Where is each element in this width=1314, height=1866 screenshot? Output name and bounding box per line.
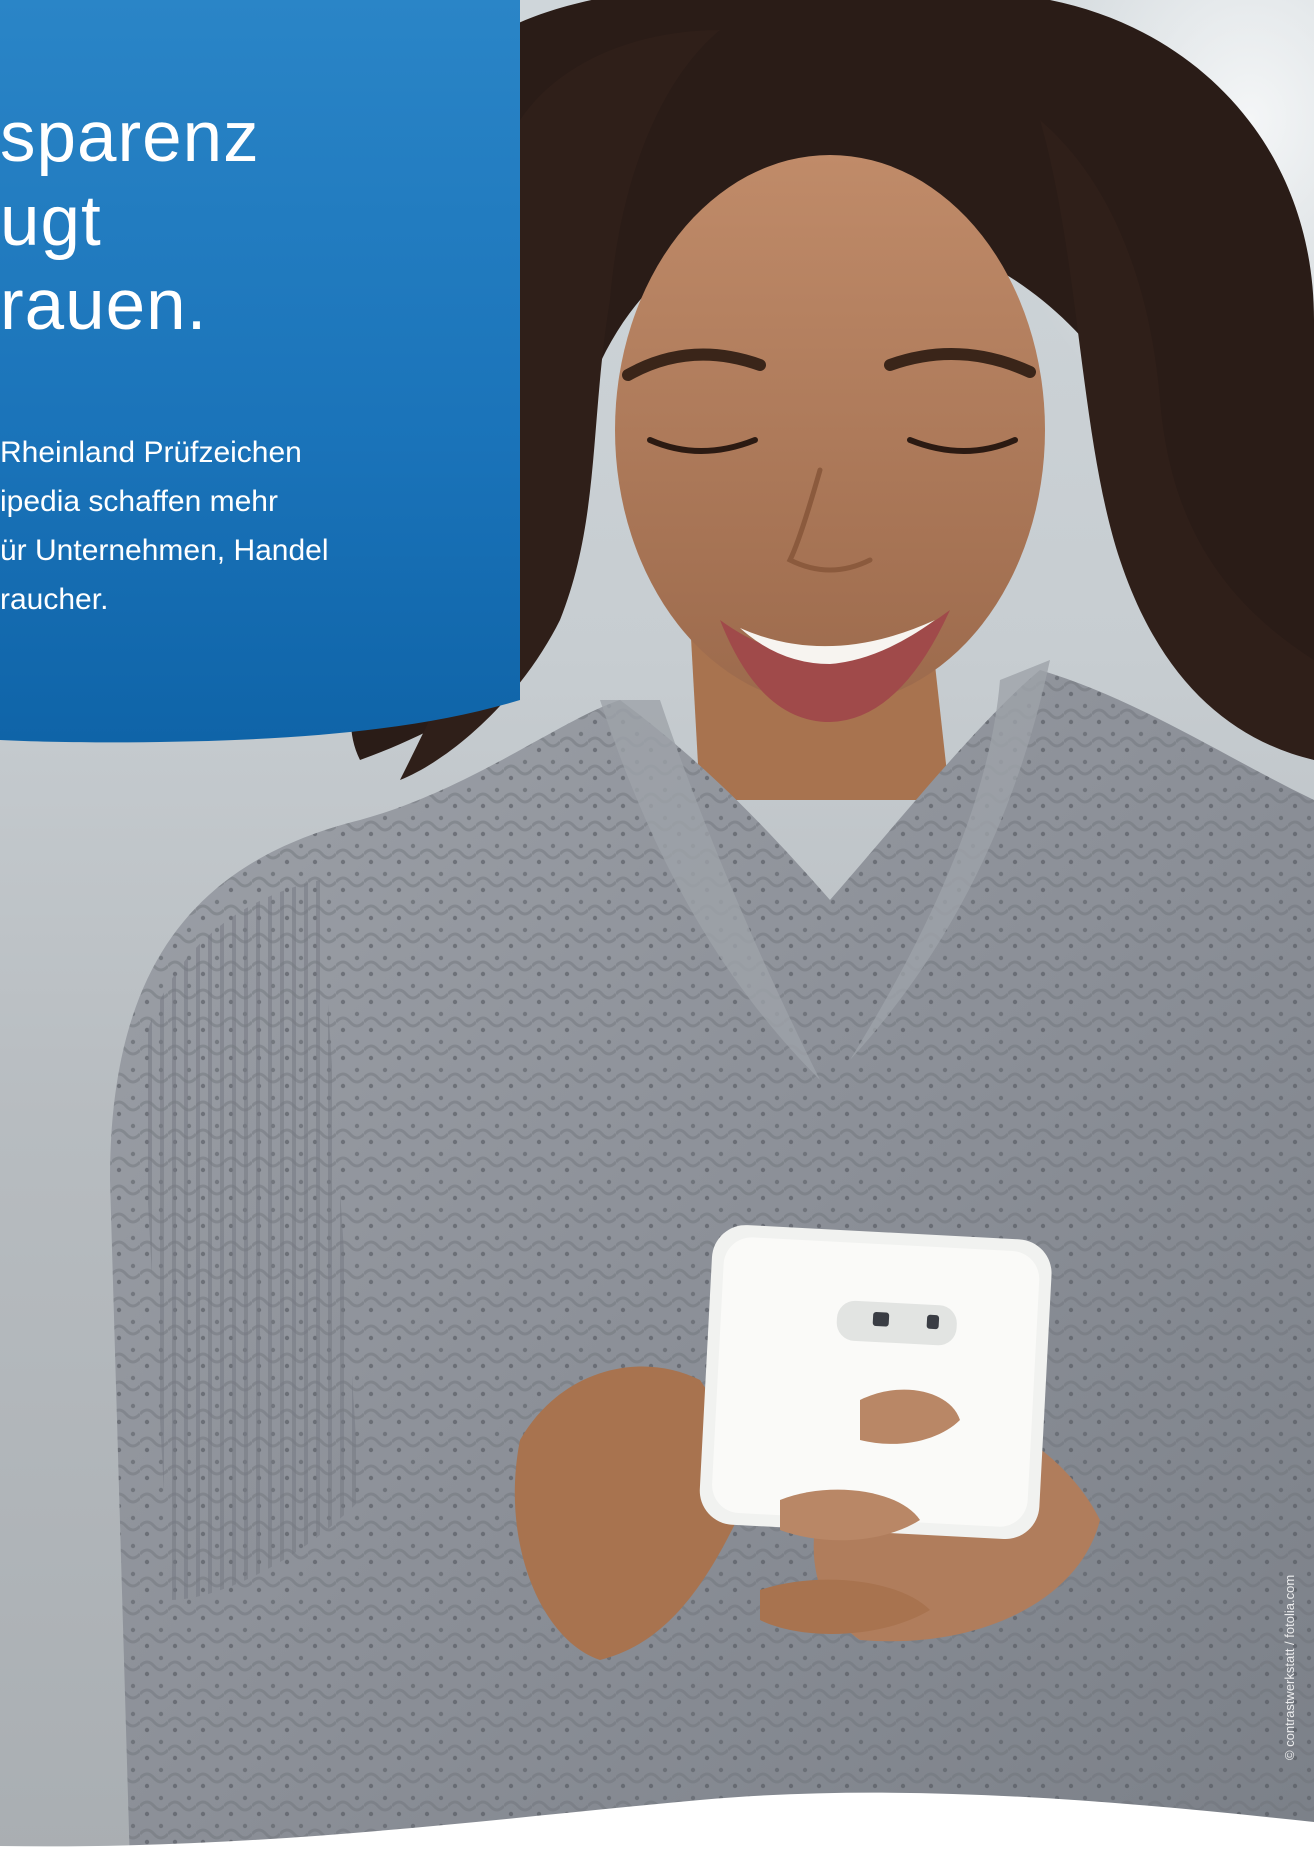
headline-panel-text: sparenz ugt rauen. Rheinland Prüfzeichen… — [0, 0, 520, 740]
smartphone-icon — [699, 1225, 1052, 1539]
body-line-1: Rheinland Prüfzeichen — [0, 436, 302, 469]
headline-line-2: ugt — [0, 182, 102, 261]
headline-line-1: sparenz — [0, 98, 260, 177]
body-line-3: ür Unternehmen, Handel — [0, 534, 329, 567]
headline-line-3: rauen. — [0, 266, 208, 345]
page: sparenz ugt rauen. Rheinland Prüfzeichen… — [0, 0, 1314, 1866]
photo-credit: © contrastwerkstatt / fotolia.com — [1282, 1574, 1297, 1760]
body-line-2: ipedia schaffen mehr — [0, 485, 278, 518]
body-line-4: raucher. — [0, 583, 109, 616]
headline: sparenz ugt rauen. — [0, 96, 260, 348]
body-paragraph: Rheinland Prüfzeichen ipedia schaffen me… — [0, 428, 329, 624]
face-shape — [615, 155, 1045, 705]
